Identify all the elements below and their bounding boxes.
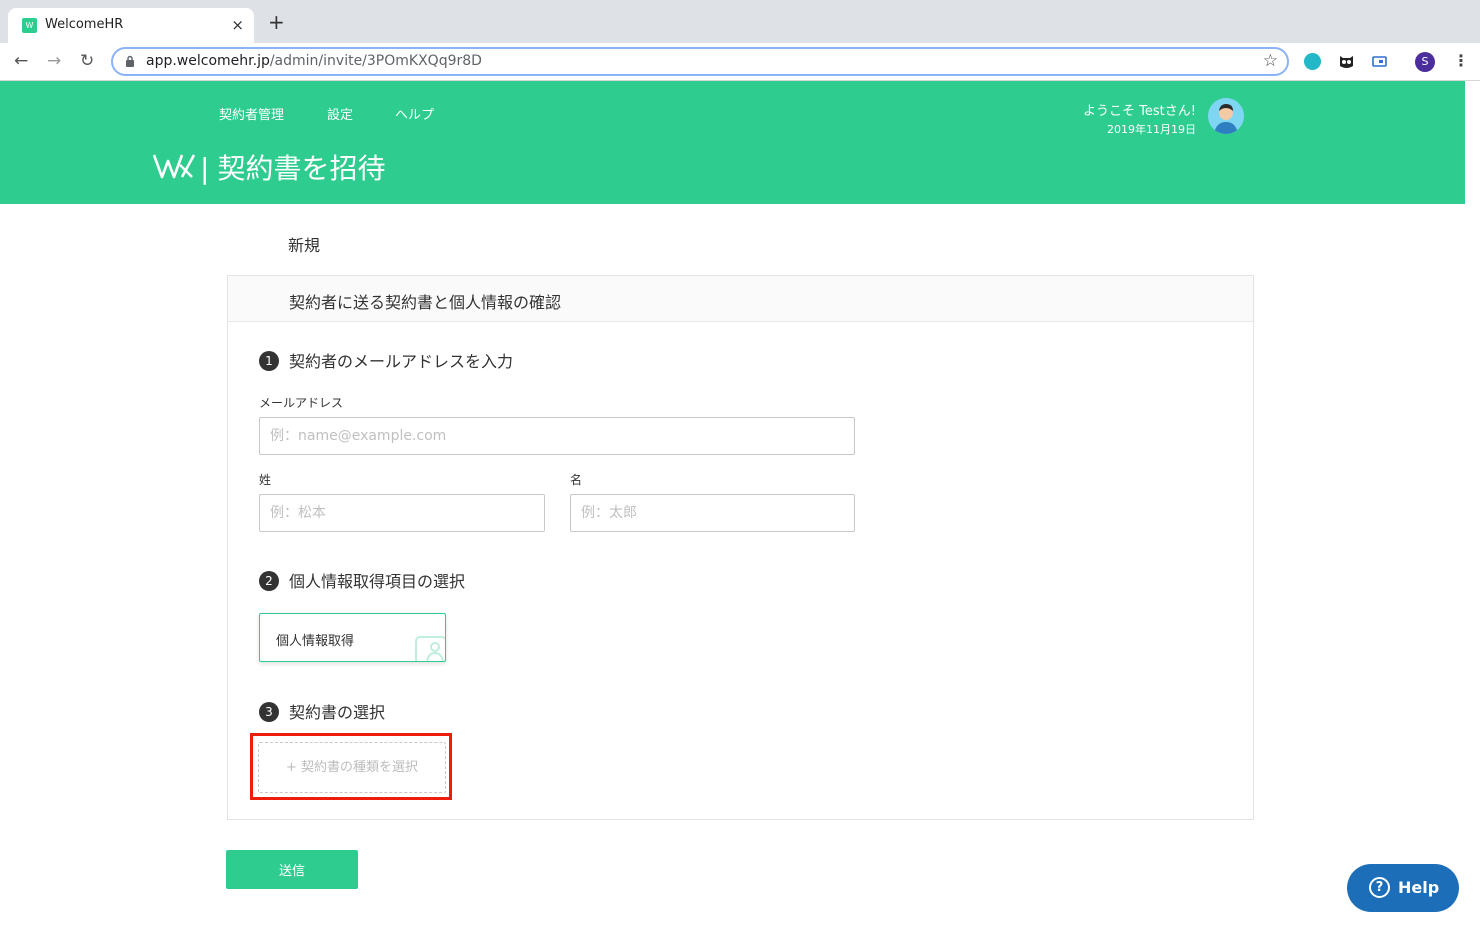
user-avatar-icon[interactable] (1208, 98, 1244, 134)
first-name-label: 名 (570, 473, 583, 487)
address-bar[interactable]: app.welcomehr.jp/admin/invite/3POmKXQq9r… (111, 47, 1289, 76)
welcomehr-logo-icon (152, 154, 196, 179)
tab-close-icon[interactable]: × (231, 16, 244, 34)
step-2-number: 2 (259, 571, 279, 591)
url-text: app.welcomehr.jp/admin/invite/3POmKXQq9r… (146, 53, 482, 69)
step-1-heading: 1 契約者のメールアドレスを入力 (259, 348, 513, 372)
step-2-label: 個人情報取得項目の選択 (289, 572, 466, 591)
email-label: メールアドレス (259, 396, 344, 410)
extension-teal-icon[interactable] (1304, 53, 1321, 70)
browser-tab[interactable]: W WelcomeHR × (8, 8, 254, 43)
nav-settings[interactable]: 設定 (327, 104, 353, 123)
personal-info-tile[interactable]: 個人情報取得 (259, 613, 446, 662)
extension-cast-icon[interactable] (1371, 53, 1388, 70)
step-3-number: 3 (259, 702, 279, 722)
nav-help[interactable]: ヘルプ (395, 104, 434, 123)
extension-owl-icon[interactable] (1338, 53, 1355, 70)
help-button[interactable]: ? Help (1347, 864, 1459, 912)
current-date: 2019年11月19日 (1107, 123, 1196, 136)
select-contract-type-button[interactable]: + 契約書の種類を選択 (258, 742, 446, 793)
card-title: 契約者に送る契約書と個人情報の確認 (289, 293, 562, 312)
help-label: Help (1398, 878, 1440, 897)
nav-contractor-management[interactable]: 契約者管理 (219, 104, 284, 123)
card-header: 契約者に送る契約書と個人情報の確認 (228, 276, 1253, 322)
step-3-heading: 3 契約書の選択 (259, 699, 385, 723)
help-question-icon: ? (1369, 877, 1390, 898)
profile-avatar[interactable]: S (1415, 52, 1435, 72)
bookmark-star-icon[interactable]: ☆ (1263, 51, 1278, 71)
section-subtitle: 新規 (288, 236, 321, 255)
welcomehr-favicon-icon: W (22, 18, 37, 33)
email-input[interactable] (259, 417, 855, 455)
new-tab-icon[interactable]: + (268, 12, 285, 32)
forward-icon[interactable]: → (47, 51, 61, 71)
browser-menu-icon[interactable]: ⋮ (1453, 51, 1469, 70)
title-separator: | (200, 152, 210, 185)
app-header: 契約者管理 設定 ヘルプ ようこそ Testさん! 2019年11月19日 | 契… (0, 81, 1465, 204)
step-3-label: 契約書の選択 (289, 703, 386, 722)
browser-tabbar: W WelcomeHR × + (0, 0, 1480, 43)
step-2-heading: 2 個人情報取得項目の選択 (259, 568, 465, 592)
last-name-input[interactable] (259, 494, 545, 532)
personal-info-tile-label: 個人情報取得 (276, 634, 355, 649)
last-name-label: 姓 (259, 473, 272, 487)
tab-title: WelcomeHR (45, 17, 124, 32)
browser-toolbar: ← → ↻ app.welcomehr.jp/admin/invite/3POm… (0, 43, 1480, 81)
page-title-text: 契約書を招待 (217, 152, 386, 185)
step-1-number: 1 (259, 351, 279, 371)
back-icon[interactable]: ← (14, 51, 28, 71)
lock-icon (126, 55, 134, 67)
welcome-message: ようこそ Testさん! (1083, 104, 1196, 119)
submit-button[interactable]: 送信 (226, 850, 358, 889)
reload-icon[interactable]: ↻ (80, 51, 94, 71)
page-title: | 契約書を招待 (200, 147, 385, 187)
id-card-icon (415, 636, 445, 661)
step-1-label: 契約者のメールアドレスを入力 (289, 352, 514, 371)
first-name-input[interactable] (570, 494, 855, 532)
